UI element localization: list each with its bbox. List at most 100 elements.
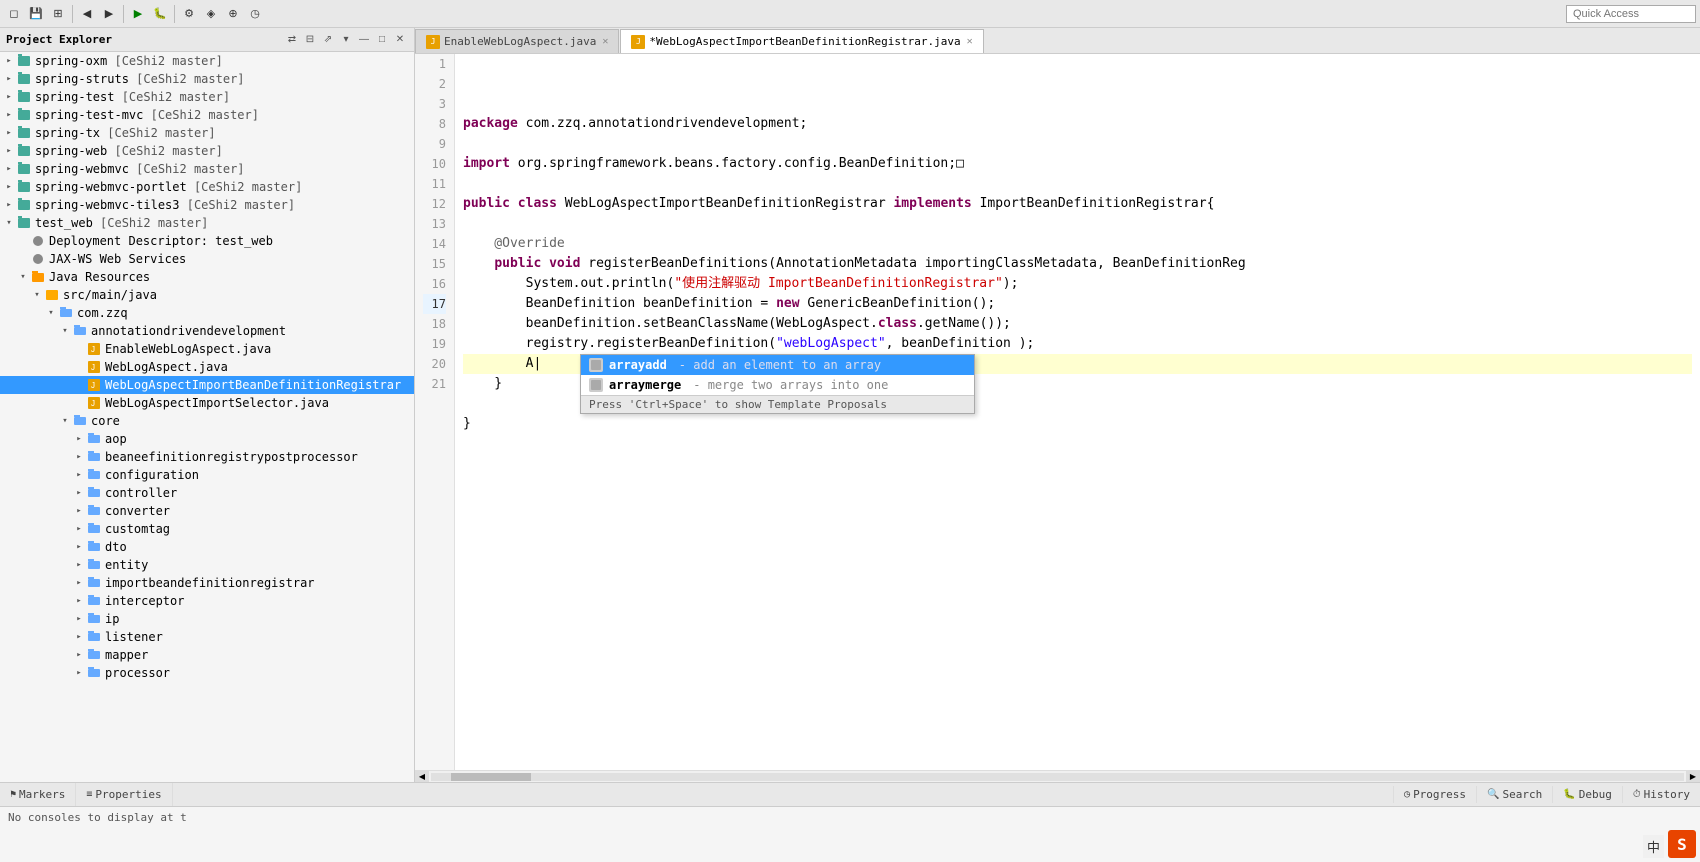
code-line-9[interactable]: public class WebLogAspectImportBeanDefin… bbox=[463, 194, 1692, 214]
tree-icon-project bbox=[16, 143, 32, 159]
code-line-13[interactable]: System.out.println("使用注解驱动 ImportBeanDef… bbox=[463, 274, 1692, 294]
tree-item-ip[interactable]: ▸ip bbox=[0, 610, 414, 628]
tree-item-EnableWebLogAspect-java[interactable]: JEnableWebLogAspect.java bbox=[0, 340, 414, 358]
tree-item-spring-webmvc[interactable]: ▸spring-webmvc [CeShi2 master] bbox=[0, 160, 414, 178]
tree-arrow-test_web: ▾ bbox=[2, 216, 16, 230]
editor-tab-tab2[interactable]: J*WebLogAspectImportBeanDefinitionRegist… bbox=[620, 29, 983, 53]
tree-arrow-deployment-descriptor bbox=[16, 234, 30, 248]
code-line-2[interactable] bbox=[463, 134, 1692, 154]
tree-branch-spring-web: [CeShi2 master] bbox=[114, 144, 222, 158]
pe-max-btn[interactable]: □ bbox=[374, 32, 390, 48]
code-line-1[interactable]: package com.zzq.annotationdrivendevelopm… bbox=[463, 114, 1692, 134]
toolbar-back-btn[interactable]: ◀ bbox=[77, 4, 97, 24]
tree-item-WebLogAspectImportBeanDefinitionRegistrar-java[interactable]: JWebLogAspectImportBeanDefinitionRegistr… bbox=[0, 376, 414, 394]
tree-item-deployment-descriptor[interactable]: Deployment Descriptor: test_web bbox=[0, 232, 414, 250]
tree-item-beaneefinitionregistrypostprocessor[interactable]: ▸beaneefinitionregistrypostprocessor bbox=[0, 448, 414, 466]
code-line-11[interactable]: @Override bbox=[463, 234, 1692, 254]
pe-menu-btn[interactable]: ▾ bbox=[338, 32, 354, 48]
autocomplete-item-ac2[interactable]: arraymerge - merge two arrays into one bbox=[581, 375, 974, 395]
pe-sync-btn[interactable]: ⇄ bbox=[284, 32, 300, 48]
tree-arrow-spring-web: ▸ bbox=[2, 144, 16, 158]
bottom-tab-history[interactable]: ⏱ History bbox=[1622, 786, 1700, 803]
tree-arrow-dto: ▸ bbox=[72, 540, 86, 554]
tree-item-WebLogAspect-java[interactable]: JWebLogAspect.java bbox=[0, 358, 414, 376]
hscroll-left-btn[interactable]: ◀ bbox=[415, 771, 429, 783]
tree-item-annotationdrivendevelopment[interactable]: ▾annotationdrivendevelopment bbox=[0, 322, 414, 340]
bottom-tab-properties[interactable]: ≡ Properties bbox=[76, 783, 172, 806]
tree-item-customtag[interactable]: ▸customtag bbox=[0, 520, 414, 538]
pe-header-icons: ⇄ ⊟ ⇗ ▾ — □ ✕ bbox=[284, 32, 408, 48]
code-line-20[interactable]: } bbox=[463, 414, 1692, 434]
toolbar-save-btn[interactable]: 💾 bbox=[26, 4, 46, 24]
tree-icon-package bbox=[86, 557, 102, 573]
code-line-15[interactable]: beanDefinition.setBeanClassName(WebLogAs… bbox=[463, 314, 1692, 334]
tree-item-spring-test-mvc[interactable]: ▸spring-test-mvc [CeShi2 master] bbox=[0, 106, 414, 124]
tree-item-aop[interactable]: ▸aop bbox=[0, 430, 414, 448]
tree-item-spring-webmvc-tiles3[interactable]: ▸spring-webmvc-tiles3 [CeShi2 master] bbox=[0, 196, 414, 214]
bottom-tab-search[interactable]: 🔍 Search bbox=[1476, 786, 1552, 803]
toolbar-new-btn[interactable]: ◻ bbox=[4, 4, 24, 24]
quick-access-input[interactable] bbox=[1566, 5, 1696, 23]
tree-item-core[interactable]: ▾core bbox=[0, 412, 414, 430]
autocomplete-item-ac1[interactable]: arrayadd - add an element to an array bbox=[581, 355, 974, 375]
toolbar-extra2[interactable]: ◈ bbox=[201, 4, 221, 24]
pe-collapse-btn[interactable]: ⊟ bbox=[302, 32, 318, 48]
tree-item-controller[interactable]: ▸controller bbox=[0, 484, 414, 502]
toolbar-extra1[interactable]: ⚙ bbox=[179, 4, 199, 24]
tree-item-interceptor[interactable]: ▸interceptor bbox=[0, 592, 414, 610]
bottom-content-text: No consoles to display at t bbox=[8, 811, 187, 824]
properties-label: Properties bbox=[95, 788, 161, 801]
tree-item-spring-webmvc-portlet[interactable]: ▸spring-webmvc-portlet [CeShi2 master] bbox=[0, 178, 414, 196]
bottom-tab-markers[interactable]: ⚑ Markers bbox=[0, 783, 76, 806]
tree-item-WebLogAspectImportSelector-java[interactable]: JWebLogAspectImportSelector.java bbox=[0, 394, 414, 412]
code-line-16[interactable]: registry.registerBeanDefinition("webLogA… bbox=[463, 334, 1692, 354]
tree-item-spring-test[interactable]: ▸spring-test [CeShi2 master] bbox=[0, 88, 414, 106]
line-num-9: 9 bbox=[423, 134, 446, 154]
code-line-14[interactable]: BeanDefinition beanDefinition = new Gene… bbox=[463, 294, 1692, 314]
code-line-12[interactable]: public void registerBeanDefinitions(Anno… bbox=[463, 254, 1692, 274]
tree-item-processor[interactable]: ▸processor bbox=[0, 664, 414, 682]
bottom-tab-progress[interactable]: ◷ Progress bbox=[1393, 786, 1476, 803]
tree-item-entity[interactable]: ▸entity bbox=[0, 556, 414, 574]
tree-item-java-resources[interactable]: ▾Java Resources bbox=[0, 268, 414, 286]
tree-item-com-zzq[interactable]: ▾com.zzq bbox=[0, 304, 414, 322]
toolbar-run-btn[interactable]: ▶ bbox=[128, 4, 148, 24]
tree-item-jax-ws[interactable]: JAX-WS Web Services bbox=[0, 250, 414, 268]
toolbar-extra4[interactable]: ◷ bbox=[245, 4, 265, 24]
pe-min-btn[interactable]: — bbox=[356, 32, 372, 48]
tree-item-dto[interactable]: ▸dto bbox=[0, 538, 414, 556]
pe-link-btn[interactable]: ⇗ bbox=[320, 32, 336, 48]
toolbar-save-all-btn[interactable]: ⊞ bbox=[48, 4, 68, 24]
toolbar-forward-btn[interactable]: ▶ bbox=[99, 4, 119, 24]
tree-item-importbeandefinitionregistrar[interactable]: ▸importbeandefinitionregistrar bbox=[0, 574, 414, 592]
tree-item-converter[interactable]: ▸converter bbox=[0, 502, 414, 520]
code-line-8[interactable] bbox=[463, 174, 1692, 194]
tree-item-spring-web[interactable]: ▸spring-web [CeShi2 master] bbox=[0, 142, 414, 160]
toolbar-extra3[interactable]: ⊕ bbox=[223, 4, 243, 24]
tree-item-configuration[interactable]: ▸configuration bbox=[0, 466, 414, 484]
tree-item-mapper[interactable]: ▸mapper bbox=[0, 646, 414, 664]
tree-label-entity: entity bbox=[105, 558, 148, 572]
tab-close-tab2[interactable]: ✕ bbox=[967, 36, 973, 47]
tree-item-test_web[interactable]: ▾test_web [CeShi2 master] bbox=[0, 214, 414, 232]
tree-arrow-annotationdrivendevelopment: ▾ bbox=[58, 324, 72, 338]
tree-icon-package bbox=[86, 575, 102, 591]
tree-icon-src-folder bbox=[44, 287, 60, 303]
toolbar-debug-btn[interactable]: 🐛 bbox=[150, 4, 170, 24]
tree-label-spring-webmvc-tiles3: spring-webmvc-tiles3 [CeShi2 master] bbox=[35, 198, 295, 212]
tree-item-spring-tx[interactable]: ▸spring-tx [CeShi2 master] bbox=[0, 124, 414, 142]
properties-icon: ≡ bbox=[86, 789, 92, 800]
tree-item-spring-oxm[interactable]: ▸spring-oxm [CeShi2 master] bbox=[0, 52, 414, 70]
bottom-right-tabs: ◷ Progress 🔍 Search 🐛 Debug ⏱ History bbox=[1393, 786, 1700, 803]
hscroll-right-btn[interactable]: ▶ bbox=[1686, 771, 1700, 783]
tab-close-tab1[interactable]: ✕ bbox=[602, 36, 608, 47]
bottom-tab-debug[interactable]: 🐛 Debug bbox=[1552, 786, 1622, 803]
tree-item-src-main-java[interactable]: ▾src/main/java bbox=[0, 286, 414, 304]
editor-tab-tab1[interactable]: JEnableWebLogAspect.java✕ bbox=[415, 29, 619, 53]
code-line-3[interactable]: import org.springframework.beans.factory… bbox=[463, 154, 1692, 174]
tree-item-listener[interactable]: ▸listener bbox=[0, 628, 414, 646]
code-line-10[interactable] bbox=[463, 214, 1692, 234]
tree-item-spring-struts[interactable]: ▸spring-struts [CeShi2 master] bbox=[0, 70, 414, 88]
code-line-21[interactable] bbox=[463, 434, 1692, 454]
pe-close-btn[interactable]: ✕ bbox=[392, 32, 408, 48]
